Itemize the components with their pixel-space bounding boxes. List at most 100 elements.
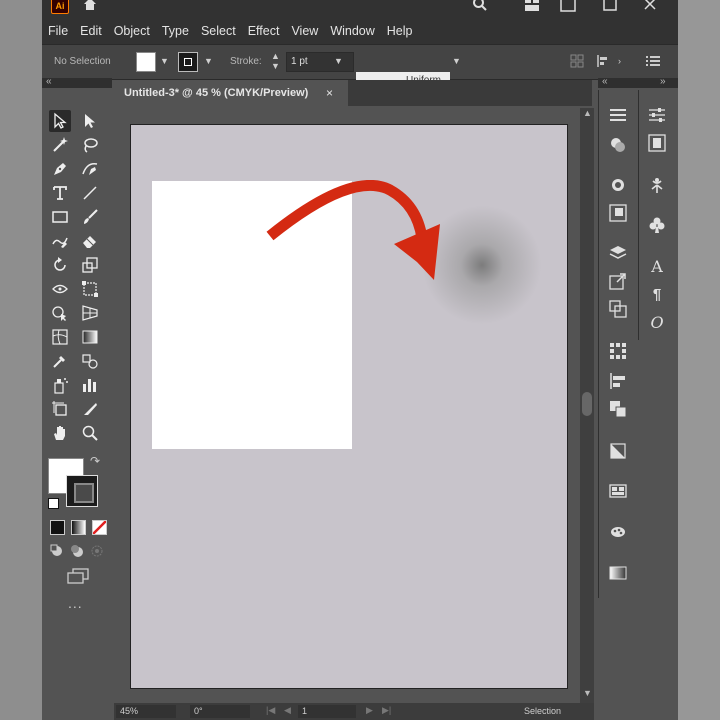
menu-file[interactable]: File <box>48 24 68 38</box>
hand-tool-icon[interactable] <box>49 422 71 444</box>
club-symbol-icon[interactable] <box>646 214 668 236</box>
maximize-icon[interactable] <box>602 0 618 12</box>
align-options-icon[interactable] <box>596 54 612 68</box>
vertical-scroll-thumb[interactable] <box>582 392 592 416</box>
last-artboard-icon[interactable]: ▶| <box>382 705 391 716</box>
brushes-panel-icon[interactable] <box>607 520 629 542</box>
free-transform-tool-icon[interactable] <box>79 278 101 300</box>
perspective-grid-tool-icon[interactable] <box>79 302 101 324</box>
eyedropper-tool-icon[interactable] <box>49 350 71 372</box>
default-colors-icon[interactable] <box>48 498 59 509</box>
home-icon[interactable] <box>82 0 98 12</box>
document-tab[interactable]: Untitled-3* @ 45 % (CMYK/Preview) <box>112 80 348 106</box>
direct-selection-tool-icon[interactable] <box>79 110 101 132</box>
change-screen-mode-icon[interactable] <box>66 568 90 584</box>
character-panel-icon[interactable]: A <box>646 256 668 278</box>
gradient-panel-icon[interactable] <box>607 562 629 584</box>
scale-tool-icon[interactable] <box>79 254 101 276</box>
close-tab-icon[interactable]: × <box>326 80 342 106</box>
symbols-panel-icon[interactable] <box>646 174 668 196</box>
column-graph-tool-icon[interactable] <box>79 374 101 396</box>
zoom-tool-icon[interactable] <box>79 422 101 444</box>
menu-edit[interactable]: Edit <box>80 24 102 38</box>
fill-dropdown-chevron-icon[interactable]: ▼ <box>160 56 169 66</box>
shaper-tool-icon[interactable] <box>49 230 71 252</box>
none-mode-icon[interactable] <box>92 520 107 535</box>
stroke-swatch[interactable] <box>178 52 198 72</box>
line-segment-tool-icon[interactable] <box>79 182 101 204</box>
stroke-weight-chevron-icon[interactable]: ▼ <box>334 56 343 66</box>
eraser-tool-icon[interactable] <box>79 230 101 252</box>
opentype-panel-icon[interactable]: O <box>646 312 668 334</box>
pen-tool-icon[interactable] <box>49 158 71 180</box>
expand-dock-icon[interactable]: » <box>660 76 666 87</box>
edit-toolbar-icon[interactable]: ... <box>68 595 83 611</box>
control-bar-menu-icon[interactable] <box>646 55 660 67</box>
artboard-tool-icon[interactable] <box>49 398 71 420</box>
search-icon[interactable] <box>472 0 488 12</box>
close-window-icon[interactable] <box>642 0 658 12</box>
symbol-sprayer-tool-icon[interactable] <box>49 374 71 396</box>
arrange-documents-icon[interactable] <box>524 0 540 12</box>
transform-panel-icon[interactable] <box>607 202 629 224</box>
paintbrush-tool-icon[interactable] <box>79 206 101 228</box>
collapse-dock-icon[interactable]: « <box>602 76 608 87</box>
layers-panel-icon[interactable] <box>607 242 629 264</box>
adjustments-panel-icon[interactable] <box>646 104 668 126</box>
stroke-color-box[interactable] <box>66 475 98 507</box>
scroll-down-icon[interactable]: ▼ <box>583 688 592 698</box>
fill-swatch[interactable] <box>136 52 156 72</box>
appearance-panel-icon[interactable] <box>607 174 629 196</box>
scroll-up-icon[interactable]: ▲ <box>583 108 592 118</box>
type-tool-icon[interactable] <box>49 182 71 204</box>
color-panel-icon[interactable] <box>607 134 629 156</box>
shape-builder-tool-icon[interactable] <box>49 302 71 324</box>
menu-view[interactable]: View <box>291 24 318 38</box>
image-trace-panel-icon[interactable] <box>607 480 629 502</box>
gradient-tool-icon[interactable] <box>79 326 101 348</box>
draw-inside-icon[interactable] <box>90 544 104 558</box>
gradient-mode-icon[interactable] <box>71 520 86 535</box>
mesh-tool-icon[interactable] <box>49 326 71 348</box>
rotate-tool-icon[interactable] <box>49 254 71 276</box>
minimize-icon[interactable] <box>560 0 576 12</box>
menu-type[interactable]: Type <box>162 24 189 38</box>
previous-artboard-icon[interactable]: ◀ <box>284 705 291 716</box>
menu-object[interactable]: Object <box>114 24 150 38</box>
first-artboard-icon[interactable]: |◀ <box>266 705 275 716</box>
menu-window[interactable]: Window <box>330 24 374 38</box>
blend-tool-icon[interactable] <box>79 350 101 372</box>
selection-tool-icon[interactable] <box>49 110 71 132</box>
rectangle-tool-icon[interactable] <box>49 206 71 228</box>
menu-select[interactable]: Select <box>201 24 236 38</box>
draw-normal-icon[interactable] <box>50 544 64 558</box>
align-left-icon[interactable] <box>607 370 629 392</box>
zoom-level-field[interactable]: 45% <box>116 705 176 718</box>
artboard-number-field[interactable]: 1 <box>298 705 356 718</box>
swap-fill-stroke-icon[interactable]: ↷ <box>90 454 100 468</box>
curvature-tool-icon[interactable] <box>79 158 101 180</box>
paragraph-panel-icon[interactable]: ¶ <box>646 284 668 306</box>
color-mode-icon[interactable] <box>50 520 65 535</box>
menu-effect[interactable]: Effect <box>248 24 280 38</box>
menu-help[interactable]: Help <box>387 24 413 38</box>
draw-behind-icon[interactable] <box>70 544 84 558</box>
width-tool-icon[interactable] <box>49 278 71 300</box>
profile-chevron-icon[interactable]: ▼ <box>452 56 461 66</box>
stroke-weight-field[interactable]: 1 pt <box>286 52 354 72</box>
rotation-field[interactable]: 0° <box>190 705 250 718</box>
lasso-tool-icon[interactable] <box>79 134 101 156</box>
libraries-panel-icon[interactable] <box>646 132 668 154</box>
align-panel-icon[interactable] <box>607 340 629 362</box>
properties-panel-icon[interactable] <box>607 104 629 126</box>
magic-wand-tool-icon[interactable] <box>49 134 71 156</box>
export-asset-icon[interactable] <box>607 270 629 292</box>
slice-tool-icon[interactable] <box>79 398 101 420</box>
align-chevron-icon[interactable]: › <box>618 56 621 66</box>
collapse-tools-icon[interactable]: « <box>46 76 52 87</box>
artboards-panel-icon[interactable] <box>607 298 629 320</box>
transparency-panel-icon[interactable] <box>607 440 629 462</box>
next-artboard-icon[interactable]: ▶ <box>366 705 373 716</box>
align-grid-icon[interactable] <box>570 54 584 68</box>
pathfinder-panel-icon[interactable] <box>607 398 629 420</box>
